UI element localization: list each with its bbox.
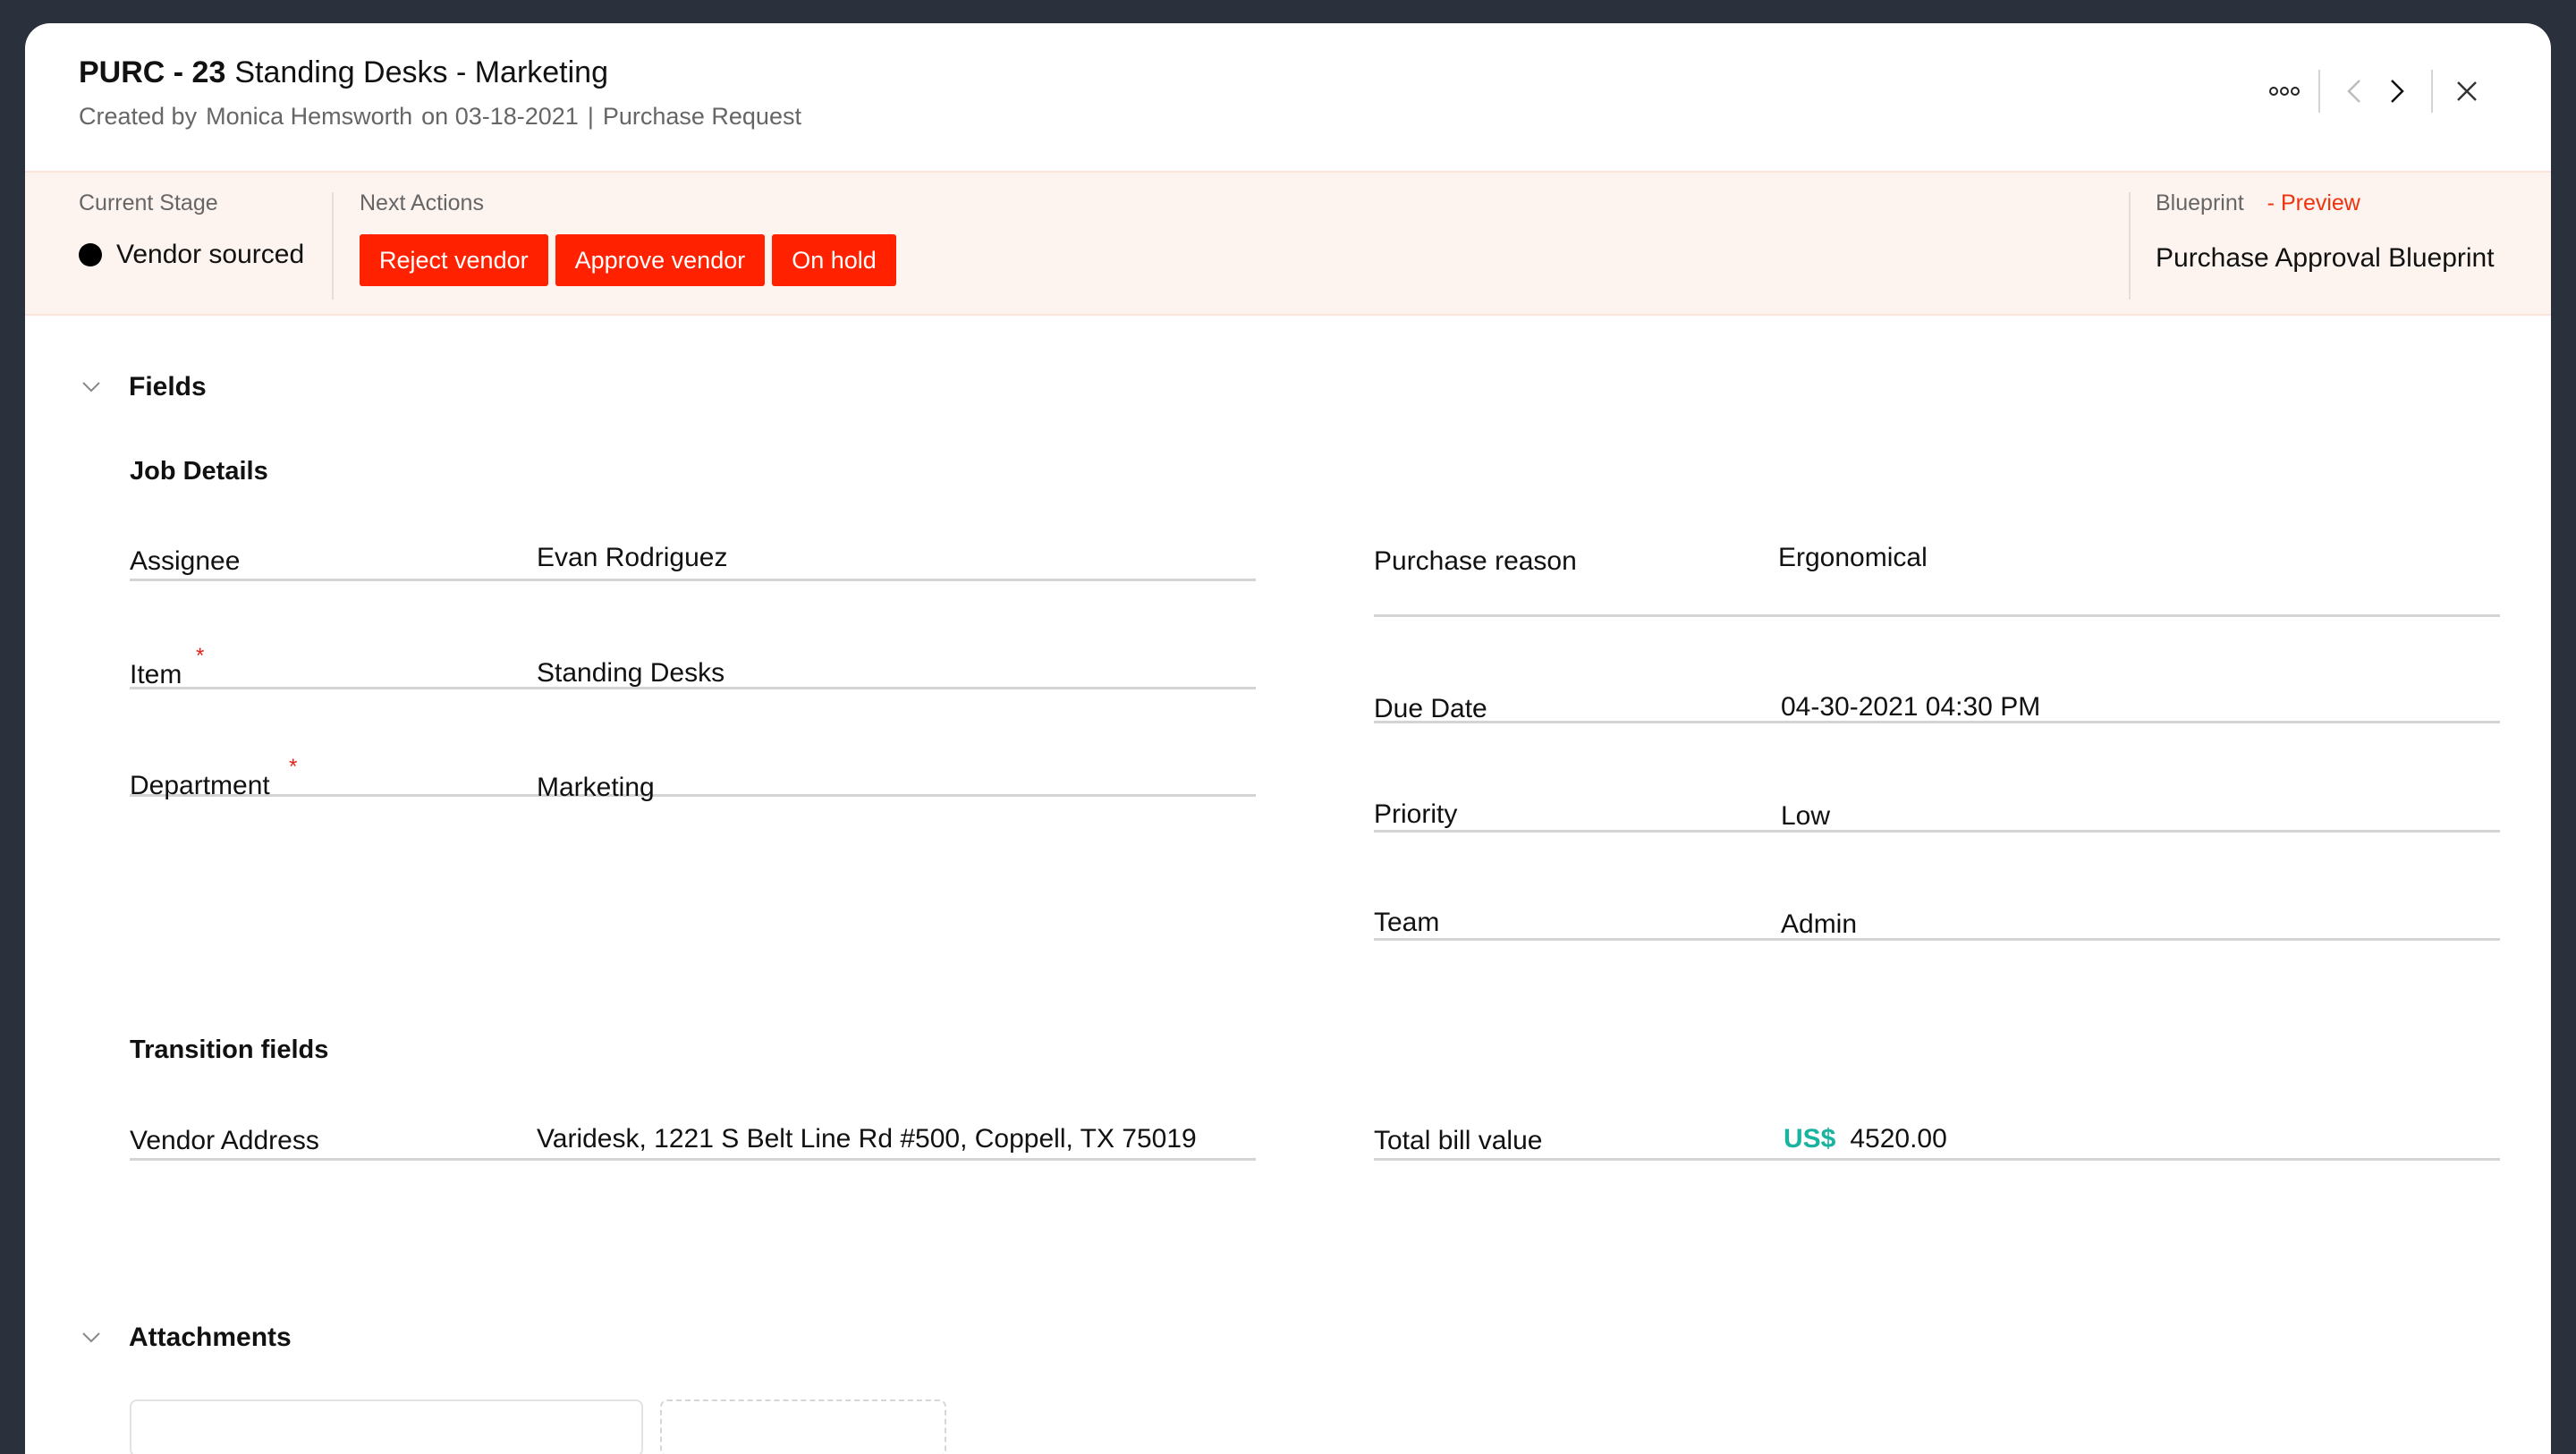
field-label: Item * — [130, 644, 205, 689]
record-meta: Created by Monica Hemsworth on 03-18-202… — [79, 103, 801, 131]
meta-separator: | — [587, 103, 594, 130]
field-value[interactable]: Standing Desks — [537, 658, 724, 689]
created-by-user[interactable]: Monica Hemsworth — [206, 103, 412, 131]
job-details-title: Job Details — [130, 457, 268, 486]
field-due-date[interactable]: Due Date 04-30-2021 04:30 PM — [1374, 667, 2500, 723]
field-label: Assignee — [130, 546, 241, 576]
stage-divider — [332, 192, 334, 300]
chevron-right-icon — [2391, 80, 2404, 103]
on-hold-button[interactable]: On hold — [772, 234, 896, 286]
field-value[interactable]: Marketing — [537, 773, 655, 803]
more-options-button[interactable] — [2263, 70, 2306, 113]
chevron-down-icon[interactable] — [79, 375, 104, 400]
field-department[interactable]: Department * Marketing — [130, 740, 1256, 802]
currency-symbol: US$ — [1784, 1124, 1836, 1154]
field-item[interactable]: Item * Standing Desks — [130, 633, 1256, 689]
record-type: Purchase Request — [602, 103, 801, 130]
approve-vendor-button[interactable]: Approve vendor — [555, 234, 766, 286]
field-label: Due Date — [1374, 694, 1487, 723]
stage-status-dot-icon — [79, 243, 102, 266]
toolbar-divider — [2318, 70, 2320, 113]
field-value[interactable]: Ergonomical — [1778, 543, 1928, 573]
toolbar-divider — [2431, 70, 2433, 113]
field-team[interactable]: Team Admin — [1374, 884, 2500, 941]
next-actions-label: Next Actions — [360, 190, 484, 216]
blueprint-info: Blueprint - Preview Purchase Approval Bl… — [2156, 190, 2495, 274]
header-toolbar — [2263, 68, 2488, 114]
field-value[interactable]: Admin — [1781, 909, 1857, 940]
transition-fields-title: Transition fields — [130, 1036, 329, 1064]
field-label: Vendor Address — [130, 1126, 319, 1155]
field-value[interactable]: Evan Rodriguez — [537, 543, 727, 573]
field-vendor-address[interactable]: Vendor Address Varidesk, 1221 S Belt Lin… — [130, 1104, 1256, 1161]
field-priority[interactable]: Priority Low — [1374, 776, 2500, 833]
record-detail-panel: PURC - 23 Standing Desks - Marketing Cre… — [25, 23, 2551, 1454]
field-value[interactable]: 04-30-2021 04:30 PM — [1781, 692, 2040, 723]
fields-section-header[interactable]: Fields — [79, 372, 207, 402]
field-label: Priority — [1374, 799, 1458, 829]
add-attachment-dropzone[interactable] — [660, 1399, 946, 1454]
attachments-section-title: Attachments — [129, 1323, 292, 1352]
next-actions: Next Actions Reject vendor Approve vendo… — [360, 190, 896, 286]
more-options-icon — [2269, 87, 2300, 96]
blueprint-label: Blueprint — [2156, 190, 2244, 216]
created-on-date: on 03-18-2021 — [421, 103, 579, 130]
required-marker: * — [289, 755, 298, 779]
field-value[interactable]: Low — [1781, 801, 1830, 832]
blueprint-stage-bar: Current Stage Vendor sourced Next Action… — [25, 171, 2551, 316]
close-icon — [2457, 81, 2477, 101]
current-stage: Current Stage Vendor sourced — [79, 190, 304, 270]
chevron-left-icon — [2347, 80, 2360, 103]
previous-record-button[interactable] — [2333, 70, 2376, 113]
blueprint-divider — [2129, 192, 2131, 300]
current-stage-value: Vendor sourced — [116, 240, 305, 269]
attachment-item[interactable] — [130, 1399, 643, 1454]
current-stage-label: Current Stage — [79, 190, 218, 216]
amount: 4520.00 — [1850, 1124, 1947, 1154]
reject-vendor-button[interactable]: Reject vendor — [360, 234, 548, 286]
record-title: Standing Desks - Marketing — [234, 55, 609, 89]
field-label: Department * — [130, 755, 298, 800]
field-assignee[interactable]: Assignee Evan Rodriguez — [130, 525, 1256, 581]
close-button[interactable] — [2445, 70, 2488, 113]
required-marker: * — [196, 644, 205, 668]
blueprint-name: Purchase Approval Blueprint — [2156, 243, 2495, 273]
field-label: Purchase reason — [1374, 546, 1577, 576]
field-purchase-reason[interactable]: Purchase reason Ergonomical — [1374, 525, 2500, 617]
record-id: PURC - 23 — [79, 55, 226, 89]
field-label: Team — [1374, 908, 1440, 937]
fields-section-title: Fields — [129, 372, 207, 402]
created-by-label: Created by — [79, 103, 198, 130]
field-value[interactable]: US$ 4520.00 — [1784, 1124, 1947, 1154]
next-record-button[interactable] — [2376, 70, 2419, 113]
blueprint-preview-link[interactable]: - Preview — [2267, 190, 2360, 216]
record-header: PURC - 23 Standing Desks - Marketing Cre… — [79, 55, 801, 131]
chevron-down-icon[interactable] — [79, 1325, 104, 1350]
attachments-section-header[interactable]: Attachments — [79, 1323, 292, 1353]
field-value[interactable]: Varidesk, 1221 S Belt Line Rd #500, Copp… — [537, 1124, 1197, 1154]
field-label: Total bill value — [1374, 1126, 1543, 1155]
field-total-bill-value[interactable]: Total bill value US$ 4520.00 — [1374, 1104, 2500, 1161]
